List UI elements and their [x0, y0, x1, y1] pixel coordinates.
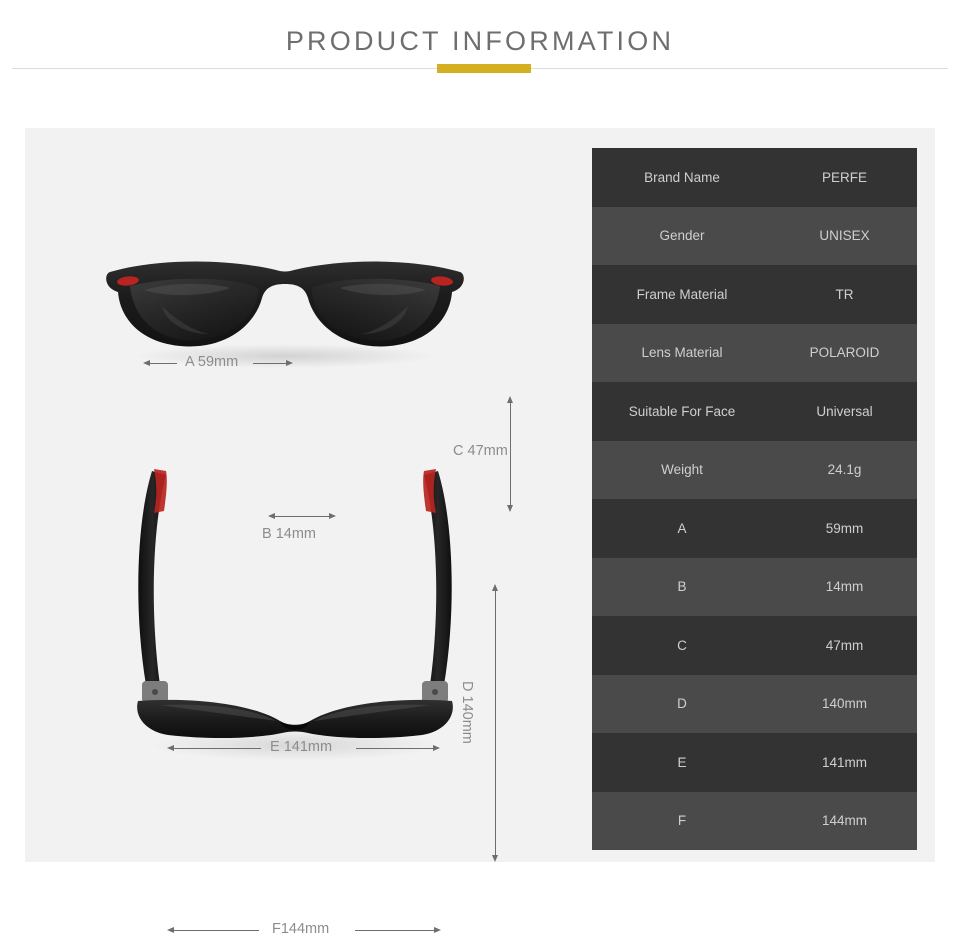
dimension-label-a: A 59mm [185, 354, 239, 370]
dim-f-arrowhead-left [167, 927, 174, 933]
table-row: Frame Material TR [592, 265, 917, 324]
dim-b-arrowhead-left [268, 513, 275, 519]
dim-f-arrowhead-right [434, 927, 441, 933]
spec-value: PERFE [821, 169, 867, 185]
dim-c-line [510, 402, 511, 506]
table-row: Weight 24.1g [592, 440, 917, 499]
table-row: D 140mm [592, 674, 917, 733]
spec-value: 140mm [821, 696, 867, 712]
dim-d-arrowhead-bottom [492, 855, 498, 862]
page-title: PRODUCT INFORMATION [285, 26, 675, 56]
spec-value: TR [835, 286, 854, 302]
spec-label: D [677, 696, 687, 712]
spec-label: B [677, 579, 687, 595]
dimension-label-b: B 14mm [262, 526, 316, 542]
dimension-label-d: D 140mm [459, 681, 475, 744]
dim-e-arrowhead-left [167, 745, 174, 751]
dim-a-line-right [253, 363, 287, 364]
dim-e-arrowhead-right [433, 745, 440, 751]
spec-label: C [677, 637, 687, 653]
spec-value: 59mm [825, 520, 864, 536]
spec-value: 141mm [821, 754, 867, 770]
dim-c-arrowhead-bottom [507, 505, 513, 512]
dim-a-arrowhead-right [286, 360, 293, 366]
title-accent-bar [437, 64, 531, 73]
dim-f-line-left [173, 930, 259, 931]
spec-label: E [677, 754, 687, 770]
table-row: E 141mm [592, 733, 917, 792]
spec-label: Brand Name [644, 169, 720, 185]
dim-e-line-right [356, 748, 434, 749]
specification-table: Brand Name PERFE Gender UNISEX Frame Mat… [592, 148, 917, 850]
dim-b-line [274, 516, 330, 517]
dim-e-line-left [173, 748, 261, 749]
dim-b-arrowhead-right [329, 513, 336, 519]
dimension-label-c: C 47mm [453, 443, 508, 459]
spec-label: F [677, 813, 687, 829]
spec-value: UNISEX [819, 228, 870, 244]
table-row: C 47mm [592, 616, 917, 675]
product-diagram-area: A 59mm B 14mm C 47mm D 140mm E 141mm F14… [25, 128, 585, 937]
dim-d-arrowhead-top [492, 584, 498, 591]
sunglasses-top-view-image [137, 469, 453, 761]
table-row: F 144mm [592, 791, 917, 850]
spec-value: Universal [816, 403, 873, 419]
spec-label: Suitable For Face [628, 403, 736, 419]
dim-c-arrowhead-top [507, 396, 513, 403]
dimension-label-f: F144mm [272, 921, 330, 937]
spec-label: Lens Material [641, 345, 723, 361]
table-row: B 14mm [592, 557, 917, 616]
spec-label: Gender [659, 228, 705, 244]
dim-f-line-right [355, 930, 435, 931]
table-row: Lens Material POLAROID [592, 323, 917, 382]
spec-value: POLAROID [809, 345, 880, 361]
sunglasses-front-view-image [106, 261, 464, 368]
spec-value: 24.1g [827, 462, 862, 478]
spec-label: A [677, 520, 687, 536]
dim-a-arrowhead-left [143, 360, 150, 366]
spec-value: 144mm [821, 813, 867, 829]
spec-label: Weight [661, 462, 703, 478]
dim-d-line [495, 590, 496, 856]
table-row: Gender UNISEX [592, 206, 917, 265]
spec-value: 14mm [825, 579, 864, 595]
table-row: Brand Name PERFE [592, 148, 917, 207]
table-row: A 59mm [592, 499, 917, 558]
dim-a-line-left [149, 363, 177, 364]
table-row: Suitable For Face Universal [592, 382, 917, 441]
spec-value: 47mm [825, 637, 864, 653]
dimension-label-e: E 141mm [270, 739, 333, 755]
spec-label: Frame Material [636, 286, 728, 302]
